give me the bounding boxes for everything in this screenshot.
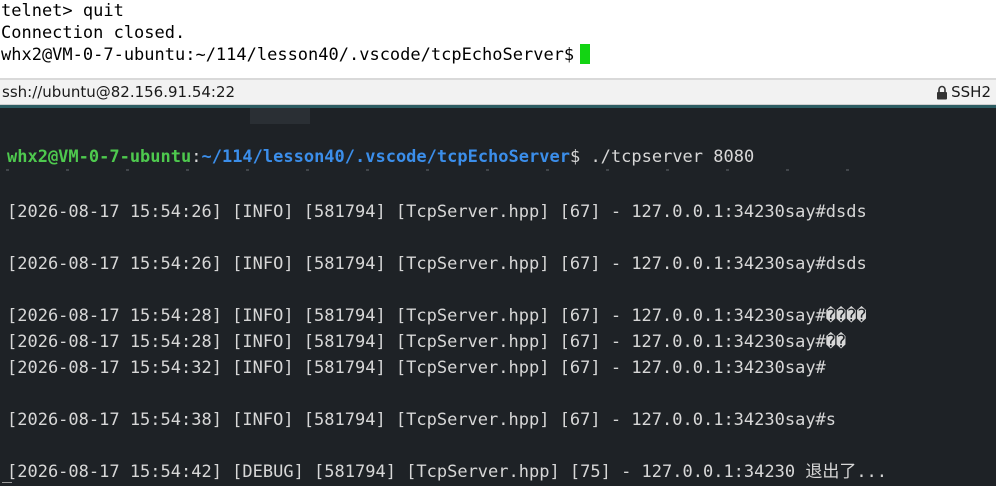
app-window: telnet> quit Connection closed. whx2@VM-…: [0, 0, 996, 486]
lock-icon: [936, 85, 948, 100]
log-line: [2026-08-17 15:54:26] [INFO] [581794] [T…: [7, 254, 867, 274]
session-status-bar: ssh://ubuntu@82.156.91.54:22 SSH2: [0, 80, 996, 105]
log-line: [2026-08-17 15:54:32] [INFO] [581794] [T…: [7, 358, 826, 378]
protocol-label: SSH2: [951, 83, 991, 101]
log-line: [2026-08-17 15:54:28] [INFO] [581794] [T…: [7, 306, 867, 326]
log-line: [2026-08-17 15:54:28] [INFO] [581794] [T…: [7, 332, 847, 352]
terminal-line: telnet> quit: [1, 1, 124, 21]
prompt-user-host: whx2@VM-0-7-ubuntu: [7, 147, 192, 167]
log-line: [2026-08-17 15:54:26] [INFO] [581794] [T…: [7, 202, 867, 222]
prompt-path: ~/114/lesson40/.vscode/tcpEchoServer: [201, 147, 570, 167]
log-line: [2026-08-17 15:54:38] [INFO] [581794] [T…: [7, 410, 837, 430]
protocol-indicator: SSH2: [936, 82, 991, 102]
render-artifact: [6, 169, 866, 171]
cursor-icon: [580, 44, 591, 64]
terminal-prompt-line: whx2@VM-0-7-ubuntu:~/114/lesson40/.vscod…: [1, 44, 591, 66]
server-terminal-pane[interactable]: whx2@VM-0-7-ubuntu:~/114/lesson40/.vscod…: [0, 105, 996, 486]
terminal-cursor: [2, 482, 12, 483]
prompt-text: whx2@VM-0-7-ubuntu:~/114/lesson40/.vscod…: [1, 45, 575, 65]
log-line: [2026-08-17 15:54:42] [DEBUG] [581794] […: [7, 462, 888, 482]
connection-address: ssh://ubuntu@82.156.91.54:22: [2, 83, 236, 101]
terminal-prompt-line: whx2@VM-0-7-ubuntu:~/114/lesson40/.vscod…: [7, 145, 754, 169]
telnet-terminal-pane[interactable]: telnet> quit Connection closed. whx2@VM-…: [0, 0, 996, 78]
prompt-dollar: $: [569, 147, 581, 167]
prompt-command: ./tcpserver 8080: [580, 147, 755, 167]
prompt-separator: :: [191, 147, 202, 167]
scroll-handle[interactable]: [250, 108, 310, 124]
terminal-line: Connection closed.: [1, 23, 186, 43]
